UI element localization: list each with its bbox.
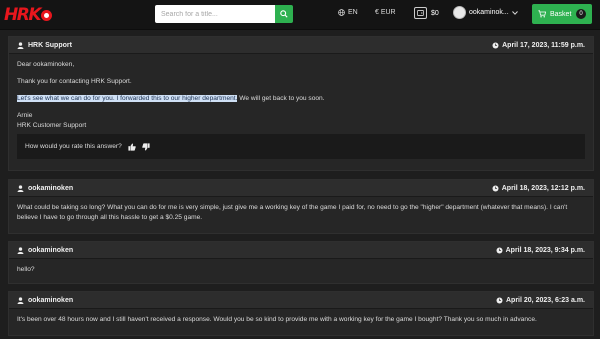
message-body: What could be taking so long? What you c… — [9, 197, 593, 229]
wallet-button[interactable]: $0 — [414, 7, 439, 19]
basket-button[interactable]: Basket 0 — [532, 4, 592, 24]
message-author: ookaminoken — [17, 297, 73, 304]
message-header: HRK Support April 17, 2023, 11:59 p.m. — [9, 37, 593, 54]
date-text: April 20, 2023, 6:23 a.m. — [506, 296, 585, 304]
search-button[interactable] — [275, 5, 293, 23]
message-text: What could be taking so long? What you c… — [17, 204, 568, 221]
date-text: April 17, 2023, 11:59 p.m. — [502, 41, 585, 49]
user-icon — [17, 246, 24, 254]
user-menu[interactable]: ookaminok... — [453, 6, 518, 19]
user-icon — [17, 41, 24, 49]
search-bar — [155, 5, 293, 23]
search-input[interactable] — [155, 5, 275, 23]
currency-selector[interactable]: € EUR — [375, 9, 396, 16]
author-name: ookaminoken — [28, 296, 74, 304]
date-text: April 18, 2023, 9:34 p.m. — [505, 246, 585, 254]
logo-badge-icon — [41, 9, 52, 21]
message-header: ookaminoken April 20, 2023, 6:23 a.m. — [9, 292, 593, 309]
message-header: ookaminoken April 18, 2023, 9:34 p.m. — [9, 242, 593, 259]
clock-icon — [492, 41, 499, 49]
greeting-text: Dear ookaminoken, — [17, 61, 75, 68]
message-text: hello? — [17, 266, 35, 273]
message-date: April 18, 2023, 9:34 p.m. — [496, 247, 585, 254]
message-body: It's been over 48 hours now and I still … — [9, 309, 593, 331]
logo-text: HRK — [4, 5, 42, 25]
message-author: HRK Support — [17, 42, 72, 49]
message-body: Dear ookaminoken, Thank you for contacti… — [9, 54, 593, 165]
user-message: ookaminoken April 18, 2023, 12:12 p.m. W… — [8, 179, 594, 234]
language-label: EN — [348, 9, 358, 16]
globe-icon — [338, 9, 345, 16]
message-body: hello? — [9, 259, 593, 281]
clock-icon — [496, 296, 503, 304]
message-author: ookaminoken — [17, 185, 73, 192]
wallet-icon — [414, 7, 427, 19]
author-name: HRK Support — [28, 41, 72, 49]
clock-icon — [492, 184, 499, 192]
thanks-text: Thank you for contacting HRK Support. — [17, 78, 132, 85]
clock-icon — [496, 246, 503, 254]
signature-name: Arnie — [17, 112, 33, 119]
message-date: April 18, 2023, 12:12 p.m. — [492, 185, 585, 192]
rating-prompt: How would you rate this answer? — [25, 142, 122, 150]
thumbs-up-icon[interactable] — [128, 142, 136, 151]
author-name: ookaminoken — [28, 246, 74, 254]
thumbs-down-icon[interactable] — [142, 142, 150, 151]
hrk-logo[interactable]: HRK — [4, 5, 52, 25]
message-header: ookaminoken April 18, 2023, 12:12 p.m. — [9, 180, 593, 197]
message-date: April 17, 2023, 11:59 p.m. — [492, 42, 585, 49]
signature-team: HRK Customer Support — [17, 122, 87, 129]
currency-label: € EUR — [375, 9, 396, 16]
user-icon — [17, 296, 24, 304]
forward-rest-text: We will get back to you soon. — [237, 95, 325, 102]
message-text: It's been over 48 hours now and I still … — [17, 316, 537, 323]
avatar — [453, 6, 466, 19]
rating-bar: How would you rate this answer? — [17, 134, 585, 159]
forward-text: Let's see what we can do for you. I forw… — [17, 94, 585, 104]
basket-count-badge: 0 — [576, 9, 586, 19]
message-author: ookaminoken — [17, 247, 73, 254]
wallet-amount: $0 — [431, 9, 439, 17]
user-icon — [17, 184, 24, 192]
date-text: April 18, 2023, 12:12 p.m. — [501, 184, 585, 192]
search-icon — [280, 10, 288, 18]
basket-label: Basket — [550, 10, 572, 18]
username-label: ookaminok... — [469, 9, 509, 16]
top-navbar: HRK EN € EUR $0 ookaminok... Basket 0 — [0, 0, 600, 30]
language-selector[interactable]: EN — [338, 9, 358, 16]
message-date: April 20, 2023, 6:23 a.m. — [496, 297, 585, 304]
cart-icon — [538, 10, 546, 18]
chevron-down-icon — [511, 10, 518, 15]
support-message: HRK Support April 17, 2023, 11:59 p.m. D… — [8, 36, 594, 171]
user-message: ookaminoken April 20, 2023, 6:23 a.m. It… — [8, 291, 594, 336]
author-name: ookaminoken — [28, 184, 74, 192]
selected-text: Let's see what we can do for you. I forw… — [17, 95, 238, 102]
user-message: ookaminoken April 18, 2023, 9:34 p.m. he… — [8, 241, 594, 284]
